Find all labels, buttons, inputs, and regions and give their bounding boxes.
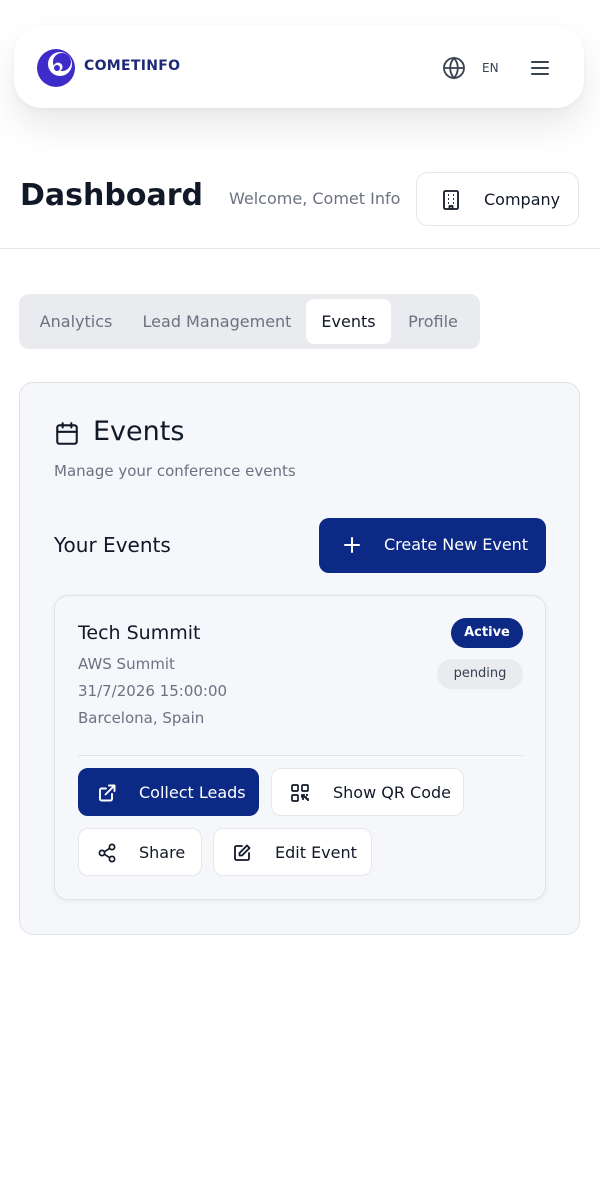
tab-analytics[interactable]: Analytics: [25, 299, 127, 344]
globe-icon[interactable]: [442, 56, 466, 80]
tab-profile[interactable]: Profile: [397, 299, 469, 344]
company-button-label: Company: [484, 190, 561, 209]
share-label: Share: [139, 843, 186, 862]
building-icon: [443, 190, 459, 210]
share-button[interactable]: Share: [78, 828, 202, 876]
welcome-text: Welcome, Comet Info: [229, 189, 401, 208]
tab-events[interactable]: Events: [306, 299, 391, 344]
page-title: Dashboard: [20, 178, 203, 213]
show-qr-code-button[interactable]: Show QR Code: [271, 768, 464, 816]
events-card-title: Events: [93, 416, 185, 447]
edit-event-button[interactable]: Edit Event: [213, 828, 372, 876]
event-conference: AWS Summit: [78, 655, 175, 673]
qr-code-icon: [291, 784, 309, 802]
event-name: Tech Summit: [78, 622, 201, 644]
status-badge: Active: [451, 618, 523, 648]
external-link-icon: [99, 784, 116, 802]
event-location: Barcelona, Spain: [78, 709, 205, 727]
header-divider: [0, 248, 600, 249]
comet-logo-icon[interactable]: [36, 48, 76, 88]
plus-icon: [344, 537, 360, 553]
events-card: Events Manage your conference events You…: [19, 382, 580, 935]
language-selector[interactable]: EN: [482, 61, 499, 75]
top-navbar: COMETINFO EN: [14, 26, 584, 108]
share-icon: [98, 843, 116, 863]
collect-leads-label: Collect Leads: [139, 783, 246, 802]
events-card-subtitle: Manage your conference events: [54, 462, 296, 480]
tab-lead-management[interactable]: Lead Management: [135, 299, 299, 344]
collect-leads-button[interactable]: Collect Leads: [78, 768, 259, 816]
create-new-event-label: Create New Event: [384, 535, 529, 554]
event-divider: [78, 755, 523, 756]
dashboard-tabs: Analytics Lead Management Events Profile: [19, 294, 480, 349]
calendar-icon: [56, 422, 78, 445]
hamburger-menu-icon[interactable]: [529, 58, 551, 78]
show-qr-code-label: Show QR Code: [333, 783, 452, 802]
edit-icon: [234, 844, 251, 861]
approval-badge: pending: [437, 659, 523, 689]
brand-name[interactable]: COMETINFO: [84, 58, 180, 74]
event-item: Tech Summit AWS Summit 31/7/2026 15:00:0…: [54, 595, 546, 900]
company-button[interactable]: Company: [416, 172, 579, 226]
edit-event-label: Edit Event: [275, 843, 357, 862]
event-datetime: 31/7/2026 15:00:00: [78, 682, 228, 700]
create-new-event-button[interactable]: Create New Event: [319, 518, 546, 573]
your-events-heading: Your Events: [54, 533, 171, 557]
